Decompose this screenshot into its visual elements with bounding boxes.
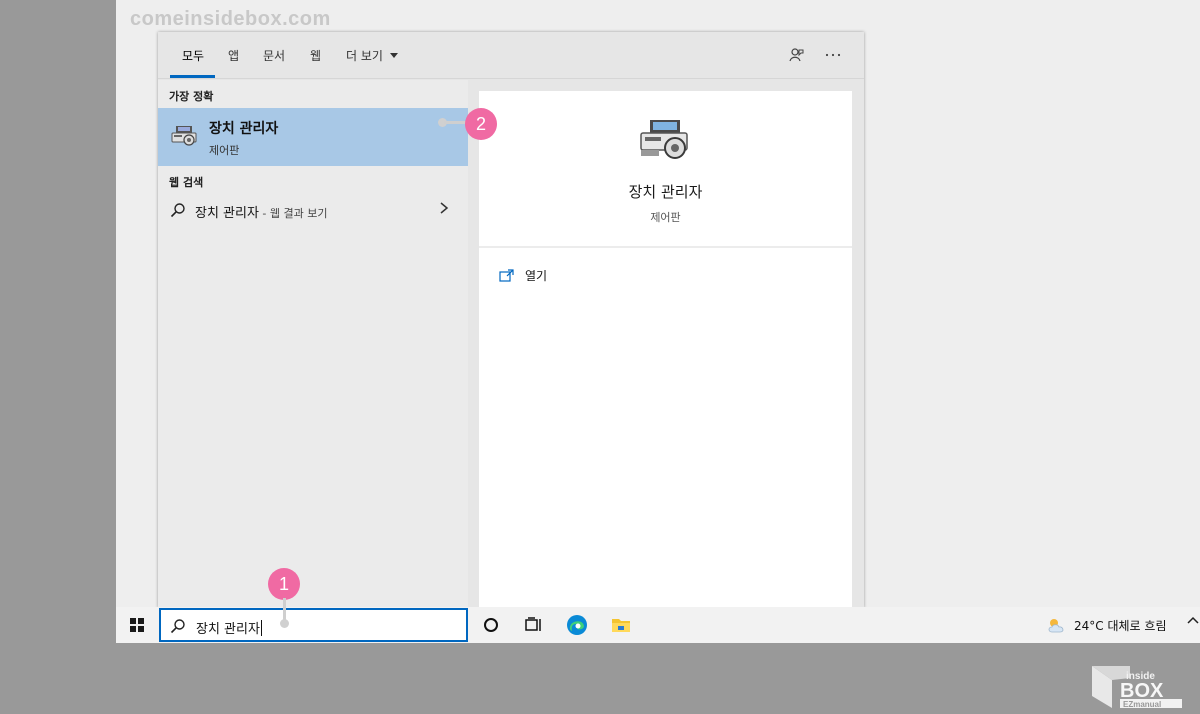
- web-search-text: 장치 관리자 - 웹 결과 보기: [195, 202, 328, 221]
- partly-cloudy-icon: [1048, 619, 1064, 633]
- tab-apps[interactable]: 앱: [228, 47, 239, 64]
- best-match-subtitle: 제어판: [209, 144, 240, 157]
- task-view-icon[interactable]: [522, 614, 544, 636]
- search-panel: 모두 앱 문서 웹 더 보기 가장 정확 장치 관리자 제어판 웹 검색 장치 …: [158, 32, 864, 608]
- step-badge-1: 1: [268, 568, 300, 600]
- taskbar-search-input[interactable]: 장치 관리자: [159, 608, 468, 642]
- tab-more-label: 더 보기: [346, 49, 383, 63]
- callout-dot: [280, 619, 289, 628]
- preview-header: 장치 관리자 제어판: [479, 91, 852, 248]
- web-search-query: 장치 관리자: [195, 206, 259, 221]
- edge-browser-icon[interactable]: [566, 614, 588, 636]
- active-tab-indicator: [170, 75, 215, 78]
- tab-all[interactable]: 모두: [182, 47, 204, 64]
- callout-line: [283, 598, 286, 620]
- tab-web[interactable]: 웹: [310, 47, 321, 64]
- best-match-title: 장치 관리자: [209, 121, 279, 137]
- step-badge-2: 2: [465, 108, 497, 140]
- logo-text-main: BOX: [1120, 680, 1164, 702]
- web-search-label: 웹 검색: [169, 176, 204, 189]
- chevron-up-icon[interactable]: [1187, 615, 1199, 625]
- web-search-suffix: - 웹 결과 보기: [258, 207, 328, 220]
- preview-subtitle: 제어판: [650, 211, 681, 224]
- search-icon: [170, 203, 185, 218]
- insidebox-logo: inside BOX EZmanual: [1092, 666, 1182, 708]
- caret-down-icon: [389, 53, 398, 58]
- open-icon: [499, 268, 514, 282]
- watermark-text: comeinsidebox.com: [130, 8, 331, 30]
- best-match-item[interactable]: 장치 관리자 제어판: [158, 108, 468, 166]
- cortana-icon[interactable]: [480, 614, 502, 636]
- device-manager-large-icon: [640, 120, 688, 159]
- weather-widget[interactable]: 24°C 대체로 흐림: [1046, 616, 1166, 634]
- open-action[interactable]: 열기: [499, 267, 547, 284]
- taskbar-search-value: 장치 관리자: [196, 622, 260, 637]
- best-match-label: 가장 정확: [169, 90, 214, 103]
- open-label: 열기: [525, 269, 548, 283]
- more-options-icon[interactable]: [822, 44, 844, 66]
- weather-text: 24°C 대체로 흐림: [1074, 618, 1167, 633]
- tab-more[interactable]: 더 보기: [346, 47, 398, 64]
- text-cursor: [260, 620, 262, 636]
- logo-text-bottom: EZmanual: [1123, 700, 1161, 708]
- feedback-icon[interactable]: [785, 44, 807, 66]
- windows-start-icon[interactable]: [130, 618, 144, 632]
- taskbar: 장치 관리자 24°C 대체로 흐림: [116, 607, 1200, 643]
- web-search-item[interactable]: 장치 관리자 - 웹 결과 보기: [158, 196, 468, 224]
- preview-pane: 장치 관리자 제어판 열기: [479, 91, 852, 608]
- chevron-right-icon: [440, 202, 449, 214]
- preview-title: 장치 관리자: [628, 183, 703, 201]
- search-icon: [170, 619, 185, 634]
- file-explorer-icon[interactable]: [610, 614, 632, 636]
- tab-bar: 모두 앱 문서 웹 더 보기: [158, 32, 864, 79]
- device-manager-icon: [171, 126, 197, 146]
- results-list: 가장 정확 장치 관리자 제어판 웹 검색 장치 관리자 - 웹 결과 보기: [158, 80, 468, 608]
- tab-documents[interactable]: 문서: [263, 47, 285, 64]
- taskbar-search-text: 장치 관리자: [196, 618, 262, 637]
